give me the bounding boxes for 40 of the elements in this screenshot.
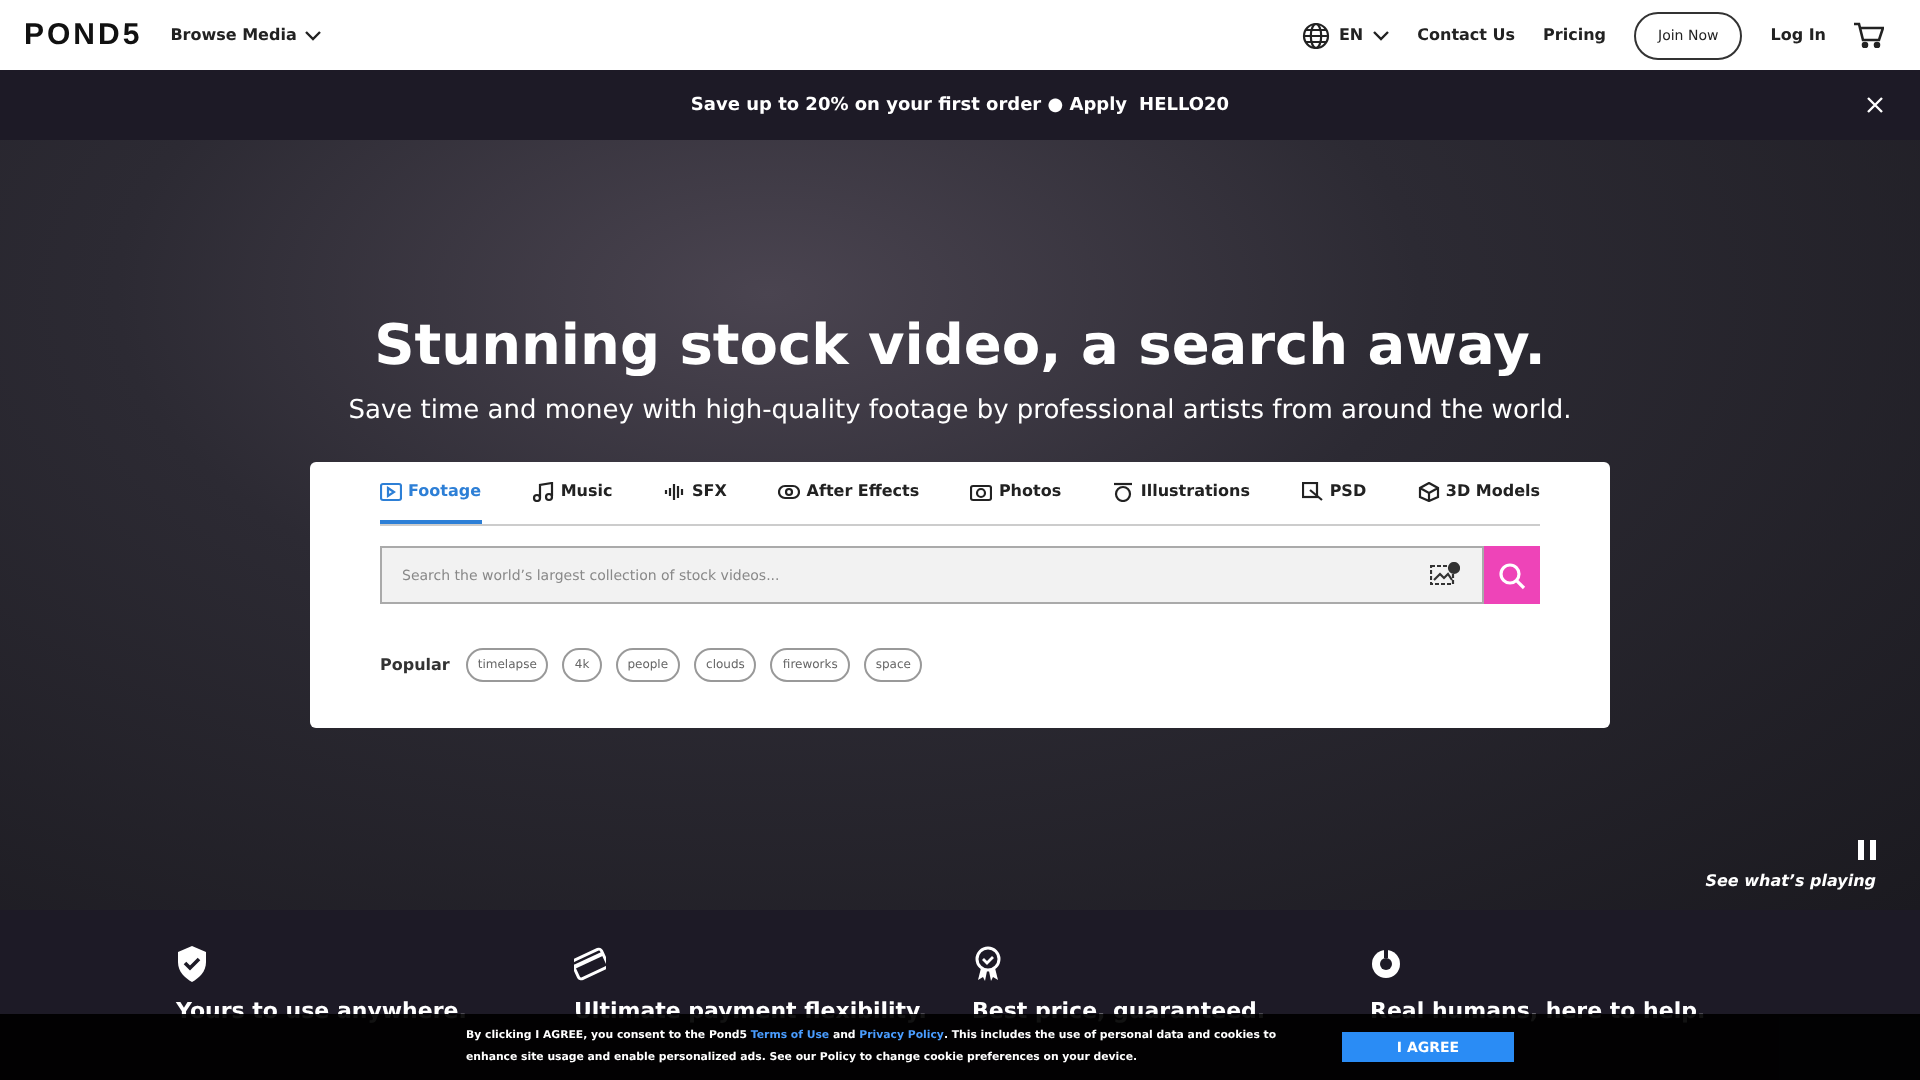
media-tab[interactable]: PSD (1301, 462, 1367, 524)
nav-link[interactable]: Contact Us (1417, 26, 1516, 44)
popular-label: Popular (380, 656, 450, 674)
chevron-down-icon (1371, 29, 1390, 41)
globe-icon (1302, 21, 1331, 49)
shield-check-icon (176, 946, 208, 982)
media-tab[interactable]: Music (532, 462, 613, 524)
feature-title: Best price, guaranteed. (972, 998, 1268, 1024)
browse-media-menu[interactable]: Browse Media (170, 26, 323, 44)
promo-text: Save up to 20% on your first order ● Apply (690, 95, 1128, 115)
feature-title: Real humans, here to help. (1370, 998, 1708, 1024)
search-icon (1498, 561, 1526, 589)
chevron-down-icon (304, 29, 323, 41)
promo-code: HELLO20 (1139, 95, 1230, 115)
image-search-icon[interactable] (1430, 562, 1460, 586)
play-icon (380, 481, 402, 501)
media-tab[interactable]: Footage (380, 462, 482, 524)
media-tab[interactable]: Illustrations (1112, 462, 1250, 524)
nav-link[interactable]: Pricing (1543, 26, 1607, 44)
media-tab[interactable]: After Effects (778, 462, 920, 524)
feature-title: Yours to use anywhere. (176, 998, 469, 1024)
search-button[interactable] (1484, 546, 1540, 604)
music-note-icon (532, 481, 555, 501)
hero-subtitle: Save time and money with high-quality footage by professional artists from around the world. (348, 396, 1572, 426)
credit-card-icon (574, 946, 606, 982)
language-selector[interactable]: EN (1302, 21, 1390, 49)
media-tab[interactable]: SFX (664, 462, 727, 524)
cart-icon[interactable] (1854, 22, 1884, 48)
award-badge-icon (972, 946, 1004, 982)
logo[interactable]: POND5 (24, 18, 143, 52)
pause-icon[interactable] (1858, 840, 1876, 860)
feature-title: Ultimate payment flexibility. (574, 998, 929, 1024)
hero-title: Stunning stock video, a search away. (374, 312, 1546, 378)
media-tab[interactable]: Photos (970, 462, 1062, 524)
see-whats-playing-link[interactable]: See what’s playing (1705, 872, 1876, 890)
log-in-link[interactable]: Log In (1770, 26, 1826, 44)
cube-icon (1417, 481, 1440, 501)
camera-icon (970, 481, 993, 501)
media-tab[interactable]: 3D Models (1417, 462, 1540, 524)
close-icon[interactable] (1866, 96, 1884, 114)
